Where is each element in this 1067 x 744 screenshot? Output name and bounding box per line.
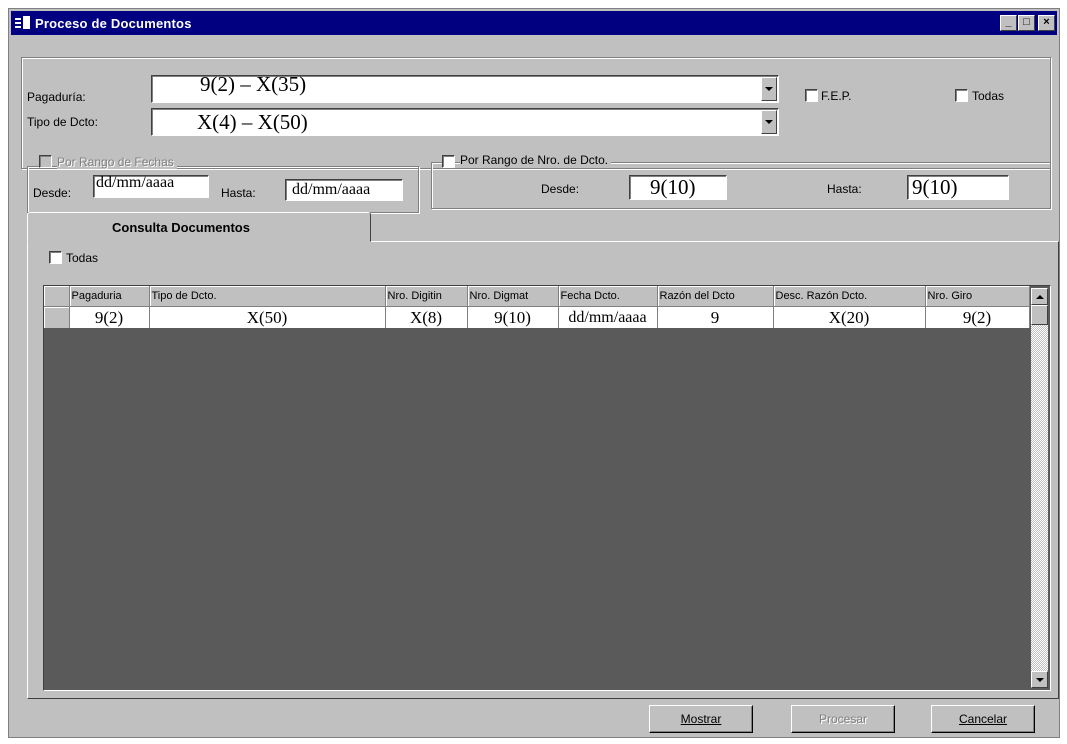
row-indicator[interactable] bbox=[44, 306, 70, 328]
column-header[interactable]: Nro. Digmat bbox=[467, 286, 559, 307]
column-header[interactable]: Fecha Dcto. bbox=[558, 286, 658, 307]
fecha-hasta-input[interactable]: dd/mm/aaaa bbox=[285, 179, 403, 201]
grid-todas-label: Todas bbox=[66, 251, 99, 265]
column-header[interactable]: Desc. Razón Dcto. bbox=[773, 286, 926, 307]
button-bar: Mostrar Procesar Cancelar bbox=[13, 701, 1055, 733]
table-cell[interactable]: 9(2) bbox=[69, 306, 150, 328]
column-header[interactable]: Pagaduria bbox=[69, 286, 150, 307]
column-header[interactable]: Razón del Dcto bbox=[657, 286, 774, 307]
maximize-icon[interactable]: □ bbox=[1018, 15, 1035, 31]
scroll-up-icon[interactable] bbox=[1031, 288, 1048, 305]
chevron-down-icon[interactable] bbox=[761, 77, 777, 101]
nro-desde-input[interactable]: 9(10) bbox=[629, 175, 727, 200]
cancelar-label: Cancelar bbox=[958, 712, 1008, 726]
app-icon bbox=[15, 16, 31, 30]
pagaduria-label: Pagaduría: bbox=[27, 90, 86, 104]
table-cell[interactable]: 9(10) bbox=[467, 306, 559, 328]
nro-hasta-label: Hasta: bbox=[827, 182, 862, 196]
nro-hasta-value: 9(10) bbox=[912, 175, 958, 199]
nro-desde-label: Desde: bbox=[541, 182, 580, 196]
row-indicator-header bbox=[44, 286, 70, 307]
minimize-icon[interactable]: _ bbox=[1000, 15, 1017, 31]
vertical-scrollbar[interactable] bbox=[1031, 288, 1048, 688]
fecha-desde-label: Desde: bbox=[33, 186, 72, 200]
fecha-desde-input[interactable]: dd/mm/aaaa bbox=[93, 175, 209, 198]
mostrar-label: Mostrar bbox=[680, 712, 722, 726]
todas-label: Todas bbox=[972, 89, 1005, 103]
tipo-dcto-value: X(4) – X(50) bbox=[197, 110, 308, 134]
tab-label: Consulta Documentos bbox=[112, 220, 250, 235]
table-cell[interactable]: X(20) bbox=[773, 306, 926, 328]
chevron-down-icon[interactable] bbox=[761, 110, 777, 134]
documents-grid[interactable]: Pagaduria Tipo de Dcto. Nro. Digitin Nro… bbox=[43, 285, 1051, 691]
nro-hasta-input[interactable]: 9(10) bbox=[907, 175, 1009, 200]
tipo-dcto-label: Tipo de Dcto: bbox=[27, 115, 98, 129]
fep-label: F.E.P. bbox=[821, 89, 852, 103]
scroll-thumb[interactable] bbox=[1031, 305, 1048, 325]
column-header[interactable]: Tipo de Dcto. bbox=[149, 286, 386, 307]
column-header[interactable]: Nro. Digitin bbox=[385, 286, 468, 307]
grid-todas-checkbox[interactable] bbox=[49, 251, 62, 264]
table-cell[interactable]: dd/mm/aaaa bbox=[558, 306, 658, 328]
nro-range-checkbox[interactable] bbox=[442, 155, 455, 168]
nro-range-label: Por Rango de Nro. de Dcto. bbox=[460, 153, 612, 167]
main-window: Proceso de Documentos _ □ × Pagaduría: 9… bbox=[8, 8, 1060, 738]
pagaduria-combo[interactable]: 9(2) – X(35) bbox=[151, 75, 779, 103]
fep-checkbox[interactable] bbox=[805, 89, 818, 102]
fecha-range-checkbox[interactable] bbox=[39, 155, 52, 168]
nro-desde-value: 9(10) bbox=[650, 175, 696, 199]
cancelar-button[interactable]: Cancelar bbox=[931, 705, 1035, 733]
table-row[interactable]: 9(2) X(50) X(8) 9(10) dd/mm/aaaa 9 X(20)… bbox=[44, 306, 1030, 328]
procesar-button[interactable]: Procesar bbox=[791, 705, 895, 733]
table-cell[interactable]: 9(2) bbox=[925, 306, 1030, 328]
fecha-hasta-label: Hasta: bbox=[221, 186, 256, 200]
window-title: Proceso de Documentos bbox=[35, 15, 192, 31]
scroll-down-icon[interactable] bbox=[1031, 671, 1048, 688]
mostrar-button[interactable]: Mostrar bbox=[649, 705, 753, 733]
tipo-dcto-combo[interactable]: X(4) – X(50) bbox=[151, 108, 779, 136]
title-bar[interactable]: Proceso de Documentos _ □ × bbox=[11, 11, 1057, 35]
table-cell[interactable]: 9 bbox=[657, 306, 774, 328]
column-header[interactable]: Nro. Giro bbox=[925, 286, 1030, 307]
procesar-label: Procesar bbox=[818, 712, 868, 726]
fecha-desde-value: dd/mm/aaaa bbox=[96, 175, 175, 191]
table-cell[interactable]: X(50) bbox=[149, 306, 386, 328]
tab-consulta-documentos[interactable]: Consulta Documentos bbox=[27, 212, 371, 242]
table-cell[interactable]: X(8) bbox=[385, 306, 468, 328]
fecha-range-label: Por Rango de Fechas bbox=[57, 155, 177, 169]
todas-checkbox[interactable] bbox=[955, 89, 968, 102]
documents-table: Pagaduria Tipo de Dcto. Nro. Digitin Nro… bbox=[44, 286, 1030, 328]
close-icon[interactable]: × bbox=[1038, 15, 1055, 31]
pagaduria-value: 9(2) – X(35) bbox=[200, 75, 307, 96]
fecha-hasta-value: dd/mm/aaaa bbox=[292, 181, 371, 198]
